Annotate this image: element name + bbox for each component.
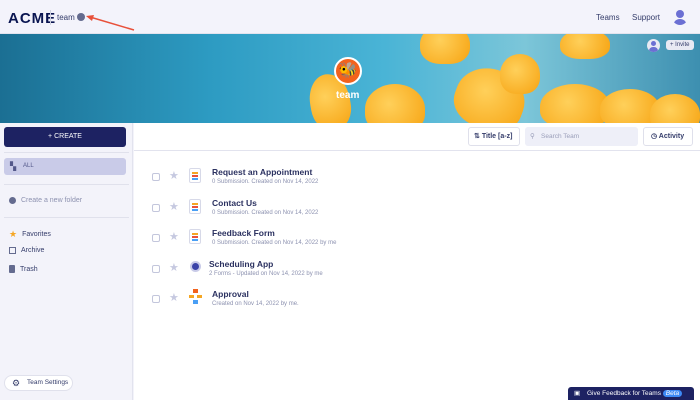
trash-icon bbox=[9, 265, 15, 273]
sort-button[interactable]: ⇅ Title [a-z] bbox=[468, 127, 520, 146]
main-content: ⇅ Title [a-z] ⚲ Search Team ◷ Activity ★ R… bbox=[134, 123, 700, 400]
item-title[interactable]: Scheduling App bbox=[209, 259, 273, 269]
star-icon[interactable]: ★ bbox=[169, 291, 179, 304]
top-header: ACME team Teams Support bbox=[0, 0, 700, 34]
select-checkbox[interactable] bbox=[152, 295, 160, 303]
divider bbox=[50, 10, 51, 25]
sidebar: + CREATE ▚ ALL Create a new folder ★ Favor… bbox=[0, 123, 133, 400]
sort-label: Title [a-z] bbox=[481, 133, 513, 140]
team-settings-label: Team Settings bbox=[27, 379, 69, 386]
select-checkbox[interactable] bbox=[152, 264, 160, 273]
team-avatar-bee-icon: 🐝 bbox=[334, 57, 362, 85]
create-folder-button[interactable]: Create a new folder bbox=[9, 197, 82, 204]
star-icon[interactable]: ★ bbox=[169, 200, 179, 213]
toolbar: ⇅ Title [a-z] ⚲ Search Team ◷ Activity bbox=[134, 123, 700, 151]
banner-team-name: team bbox=[336, 90, 360, 101]
nav-support[interactable]: Support bbox=[632, 13, 660, 22]
search-icon: ⚲ bbox=[530, 133, 535, 140]
app-icon bbox=[190, 260, 201, 272]
acme-logo[interactable]: ACME bbox=[8, 10, 56, 27]
trash-label: Trash bbox=[20, 265, 38, 273]
feedback-icon: ▣ bbox=[574, 390, 581, 397]
give-feedback-button[interactable]: ▣ Give Feedback for Teams Beta bbox=[568, 387, 694, 400]
list-item[interactable]: ★ Request an Appointment 0 Submission. Cre… bbox=[134, 165, 700, 195]
sort-icon: ⇅ bbox=[474, 133, 482, 140]
team-settings-button[interactable]: ⚙ Team Settings bbox=[4, 375, 73, 391]
item-title[interactable]: Feedback Form bbox=[212, 228, 275, 238]
select-checkbox[interactable] bbox=[152, 203, 160, 212]
invite-button[interactable]: + Invite bbox=[666, 40, 694, 50]
list-item[interactable]: ★ Contact Us 0 Submission. Created on Nov … bbox=[134, 196, 700, 226]
star-icon[interactable]: ★ bbox=[169, 230, 179, 243]
item-subtitle: 0 Submission. Created on Nov 14, 2022 bbox=[212, 179, 319, 185]
list-item[interactable]: ★ Approval Created on Nov 14, 2022 by me. bbox=[134, 287, 700, 317]
beta-badge: Beta bbox=[662, 390, 683, 397]
member-avatar-icon[interactable] bbox=[647, 39, 660, 52]
item-title[interactable]: Contact Us bbox=[212, 198, 257, 208]
create-button[interactable]: + CREATE bbox=[4, 127, 126, 147]
list-item[interactable]: ★ Feedback Form 0 Submission. Created on N… bbox=[134, 226, 700, 256]
archive-label: Archive bbox=[21, 247, 45, 254]
team-settings-icon[interactable] bbox=[77, 13, 85, 21]
divider bbox=[4, 217, 129, 218]
select-checkbox[interactable] bbox=[152, 234, 160, 242]
gear-icon: ⚙ bbox=[12, 378, 21, 388]
item-subtitle: Created on Nov 14, 2022 by me. bbox=[212, 301, 299, 307]
select-checkbox[interactable] bbox=[152, 173, 160, 181]
feedback-label: Give Feedback for Teams bbox=[587, 390, 661, 397]
sidebar-item-trash[interactable]: Trash bbox=[9, 265, 38, 273]
sidebar-item-all[interactable]: ▚ ALL bbox=[4, 158, 126, 175]
divider bbox=[4, 152, 129, 153]
form-icon bbox=[189, 198, 201, 214]
annotation-arrow-icon bbox=[86, 15, 135, 31]
sidebar-item-archive[interactable]: Archive bbox=[9, 247, 44, 254]
form-icon bbox=[189, 168, 201, 183]
form-icon bbox=[189, 229, 201, 244]
team-name[interactable]: team bbox=[57, 13, 75, 22]
star-icon[interactable]: ★ bbox=[169, 261, 179, 274]
clock-icon: ◷ bbox=[651, 133, 659, 140]
star-icon: ★ bbox=[9, 229, 18, 239]
user-avatar-icon[interactable] bbox=[672, 9, 688, 25]
sidebar-item-favorites[interactable]: ★ Favorites bbox=[9, 229, 51, 240]
item-subtitle: 0 Submission. Created on Nov 14, 2022 bbox=[212, 209, 319, 216]
activity-label: Activity bbox=[658, 133, 685, 140]
item-title[interactable]: Approval bbox=[212, 289, 249, 299]
all-label: ALL bbox=[23, 163, 34, 169]
search-input[interactable]: ⚲ Search Team bbox=[525, 127, 638, 146]
grid-icon: ▚ bbox=[10, 162, 17, 171]
star-icon[interactable]: ★ bbox=[169, 169, 179, 182]
nav-teams[interactable]: Teams bbox=[596, 13, 620, 22]
divider bbox=[4, 184, 129, 185]
search-placeholder: Search Team bbox=[541, 133, 580, 140]
archive-icon bbox=[9, 247, 16, 254]
item-subtitle: 2 Forms - Updated on Nov 14, 2022 by me bbox=[209, 270, 323, 277]
item-title[interactable]: Request an Appointment bbox=[212, 167, 312, 177]
activity-button[interactable]: ◷ Activity bbox=[643, 127, 693, 146]
favorites-label: Favorites bbox=[22, 231, 51, 238]
approval-icon bbox=[189, 289, 202, 305]
create-folder-label: Create a new folder bbox=[21, 197, 83, 204]
item-subtitle: 0 Submission. Created on Nov 14, 2022 by… bbox=[212, 240, 337, 246]
plus-circle-icon bbox=[9, 197, 16, 204]
list-item[interactable]: ★ Scheduling App 2 Forms - Updated on Nov … bbox=[134, 257, 700, 287]
